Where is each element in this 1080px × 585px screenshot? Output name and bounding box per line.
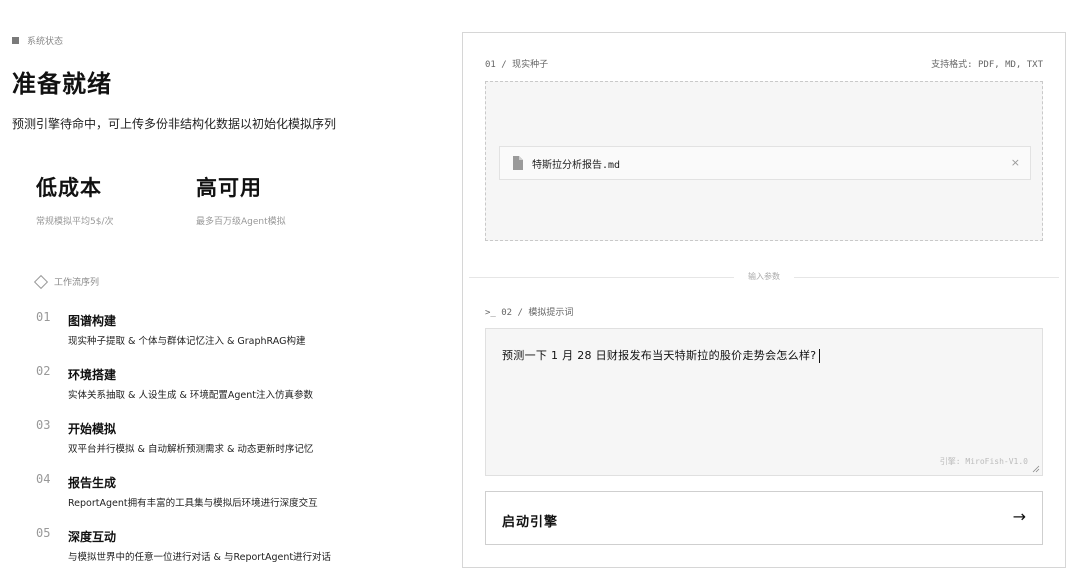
uploaded-file: 特斯拉分析报告.md × — [499, 146, 1031, 180]
system-status: 系统状态 — [12, 34, 63, 47]
prompt-textarea[interactable]: 预测一下 1 月 28 日财报发布当天特斯拉的股价走势会怎么样? 引擎: Mir… — [485, 328, 1043, 476]
step-title: 图谱构建 — [68, 314, 117, 328]
input-card: 01 / 现实种子 支持格式: PDF, MD, TXT 特斯拉分析报告.md … — [462, 32, 1066, 568]
step-title: 开始模拟 — [68, 422, 117, 436]
step-number: 03 — [36, 418, 51, 432]
metric-value: 低成本 — [36, 176, 102, 200]
prompt-text: 预测一下 1 月 28 日财报发布当天特斯拉的股价走势会怎么样? — [502, 347, 821, 363]
system-status-label: 系统状态 — [27, 37, 64, 47]
square-icon — [12, 37, 19, 44]
resize-handle-icon[interactable] — [1032, 465, 1040, 473]
metric-caption: 常规模拟平均5$/次 — [36, 217, 114, 227]
step-number: 01 — [36, 310, 51, 324]
text-caret — [819, 349, 821, 363]
step-title: 报告生成 — [68, 476, 117, 490]
page-title: 准备就绪 — [12, 70, 112, 98]
step-description: 双平台并行模拟 & 自动解析预测需求 & 动态更新时序记忆 — [68, 444, 314, 455]
metric-low-cost: 低成本 常规模拟平均5$/次 — [36, 172, 114, 227]
remove-file-button[interactable]: × — [1011, 156, 1020, 169]
page-subtitle: 预测引擎待命中，可上传多份非结构化数据以初始化模拟序列 — [12, 117, 337, 131]
start-engine-button[interactable]: 启动引擎 → — [485, 491, 1043, 545]
step-title: 深度互动 — [68, 530, 117, 544]
workflow-step: 01 图谱构建 现实种子提取 & 个体与群体记忆注入 & GraphRAG构建 — [36, 310, 436, 364]
divider-label: 输入参数 — [734, 271, 794, 282]
workflow-heading: 工作流序列 — [33, 274, 100, 289]
arrow-right-icon: → — [1012, 507, 1026, 526]
prompt-label: >_ 02 / 模拟提示词 — [485, 308, 574, 318]
section-divider: 输入参数 — [469, 271, 1059, 283]
step-number: 05 — [36, 526, 51, 540]
workflow-step: 03 开始模拟 双平台并行模拟 & 自动解析预测需求 & 动态更新时序记忆 — [36, 418, 436, 472]
supported-formats: 支持格式: PDF, MD, TXT — [931, 60, 1043, 70]
step-description: 与模拟世界中的任意一位进行对话 & 与ReportAgent进行对话 — [68, 552, 332, 563]
workflow-heading-label: 工作流序列 — [54, 278, 100, 288]
workflow-step: 04 报告生成 ReportAgent拥有丰富的工具集与模拟后环境进行深度交互 — [36, 472, 436, 526]
workflow-step: 02 环境搭建 实体关系抽取 & 人设生成 & 环境配置Agent注入仿真参数 — [36, 364, 436, 418]
step-description: 现实种子提取 & 个体与群体记忆注入 & GraphRAG构建 — [68, 336, 306, 347]
file-name: 特斯拉分析报告.md — [532, 159, 621, 171]
workflow-steps: 01 图谱构建 现实种子提取 & 个体与群体记忆注入 & GraphRAG构建 … — [36, 310, 436, 580]
step-number: 04 — [36, 472, 51, 486]
metric-caption: 最多百万级Agent模拟 — [196, 217, 286, 227]
step-description: ReportAgent拥有丰富的工具集与模拟后环境进行深度交互 — [68, 498, 318, 509]
step-number: 02 — [36, 364, 51, 378]
file-icon — [513, 156, 523, 170]
file-dropzone[interactable]: 特斯拉分析报告.md × — [485, 81, 1043, 241]
diamond-icon — [33, 274, 49, 289]
prompt-value: 预测一下 1 月 28 日财报发布当天特斯拉的股价走势会怎么样? — [502, 349, 817, 362]
step-title: 环境搭建 — [68, 368, 117, 382]
start-engine-label: 启动引擎 — [502, 515, 559, 530]
engine-version: 引擎: MiroFish-V1.0 — [939, 457, 1028, 466]
metric-value: 高可用 — [196, 176, 262, 200]
metric-high-availability: 高可用 最多百万级Agent模拟 — [196, 172, 286, 227]
seed-label: 01 / 现实种子 — [485, 60, 549, 70]
step-description: 实体关系抽取 & 人设生成 & 环境配置Agent注入仿真参数 — [68, 390, 314, 401]
workflow-step: 05 深度互动 与模拟世界中的任意一位进行对话 & 与ReportAgent进行… — [36, 526, 436, 580]
